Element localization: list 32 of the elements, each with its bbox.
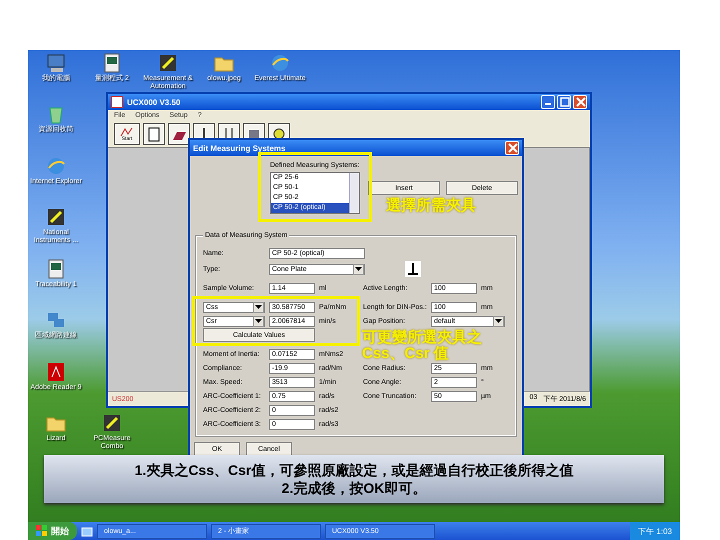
caption-text: 2.完成後，按OK即可。: [280, 479, 428, 497]
annotation-text: 可更變所選夾具之 Css、Csr 值: [362, 330, 482, 362]
close-button[interactable]: [505, 141, 519, 155]
close-button[interactable]: [573, 95, 587, 109]
minimize-button[interactable]: [541, 95, 555, 109]
pdf-icon[interactable]: [45, 360, 67, 383]
windows-logo-icon: [36, 525, 48, 537]
caret-icon: [493, 316, 504, 326]
start-button[interactable]: 開始: [28, 522, 77, 540]
caret-icon: [253, 302, 264, 312]
annotation-text: 選擇所需夾具: [386, 198, 476, 214]
caret-icon: [253, 316, 264, 326]
app-icon[interactable]: [101, 412, 123, 434]
caption-text: 1.夾具之Css、Csr值，可參照原廠設定，或是經過自行校正後所得之值: [134, 461, 574, 479]
line-graph-icon: [120, 126, 134, 136]
maximize-icon: [558, 95, 570, 109]
close-icon: [506, 141, 518, 155]
page-icon[interactable]: [143, 123, 165, 145]
scrollbar[interactable]: [349, 173, 359, 213]
computer-icon[interactable]: [45, 52, 67, 74]
browser-icon[interactable]: [269, 52, 291, 74]
desktop-icon[interactable]: [81, 525, 93, 537]
maximize-button[interactable]: [557, 95, 571, 109]
tee-icon: [405, 261, 421, 277]
caret-icon: [353, 264, 364, 274]
dialog-title: Edit Measuring Systems: [193, 144, 286, 152]
close-icon: [574, 95, 586, 109]
app-icon[interactable]: [157, 52, 179, 74]
window-title: UCX000 V3.50: [127, 98, 182, 106]
clock-text: 下午 1:03: [638, 526, 672, 536]
minimize-icon: [545, 103, 551, 105]
app-logo-icon: [111, 96, 123, 108]
